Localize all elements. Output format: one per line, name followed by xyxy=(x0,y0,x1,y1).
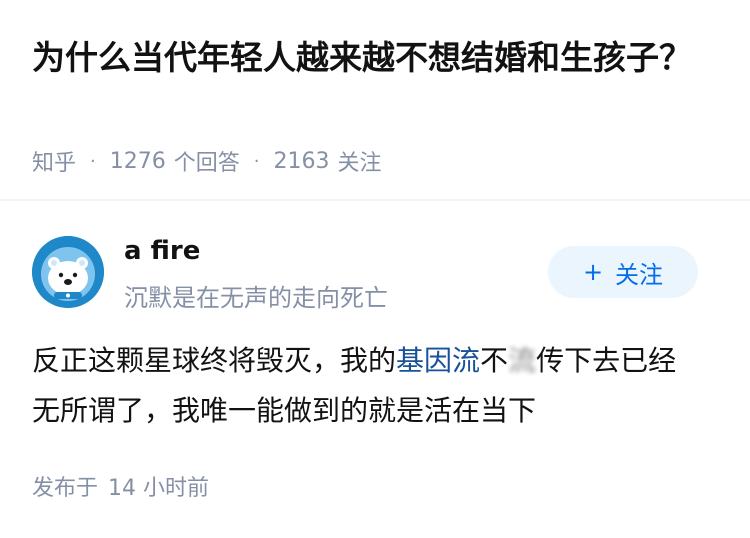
follower-count: 2163 xyxy=(273,148,330,174)
question-meta: 知乎 · 1276 个回答 · 2163 关注 xyxy=(32,145,382,177)
separator-dot: · xyxy=(253,150,260,172)
follower-count-label: 关注 xyxy=(337,151,382,176)
publish-time: 发布于 14 小时前 xyxy=(32,470,209,502)
author-bio: 沉默是在无声的走向死亡 xyxy=(124,284,388,312)
follow-button[interactable]: + 关注 xyxy=(548,246,698,298)
question-title[interactable]: 为什么当代年轻人越来越不想结婚和生孩子？ xyxy=(32,34,712,82)
answer-text: 反正这颗星球终将毁灭，我的 xyxy=(32,344,397,377)
publish-label: 发布于 xyxy=(32,476,99,501)
gene-flow-link[interactable]: 基因流 xyxy=(396,344,480,377)
answer-content[interactable]: 反正这颗星球终将毁灭，我的基因流不流传下去已经无所谓了，我唯一能做到的就是活在当… xyxy=(32,336,702,436)
source-label[interactable]: 知乎 xyxy=(32,145,76,177)
polar-bear-avatar-icon[interactable] xyxy=(32,236,104,308)
plus-icon: + xyxy=(582,258,604,286)
separator-dot: · xyxy=(90,150,96,172)
follow-button-label: 关注 xyxy=(615,260,664,289)
publish-time-value: 14 小时前 xyxy=(108,476,210,501)
answer-count-label: 个回答 xyxy=(173,151,240,176)
answer-text: 不 xyxy=(480,344,509,377)
blurred-text: 流 xyxy=(508,344,537,377)
section-divider xyxy=(0,199,750,201)
answer-count: 1276 xyxy=(109,148,166,174)
author-name[interactable]: a fire xyxy=(124,236,200,266)
